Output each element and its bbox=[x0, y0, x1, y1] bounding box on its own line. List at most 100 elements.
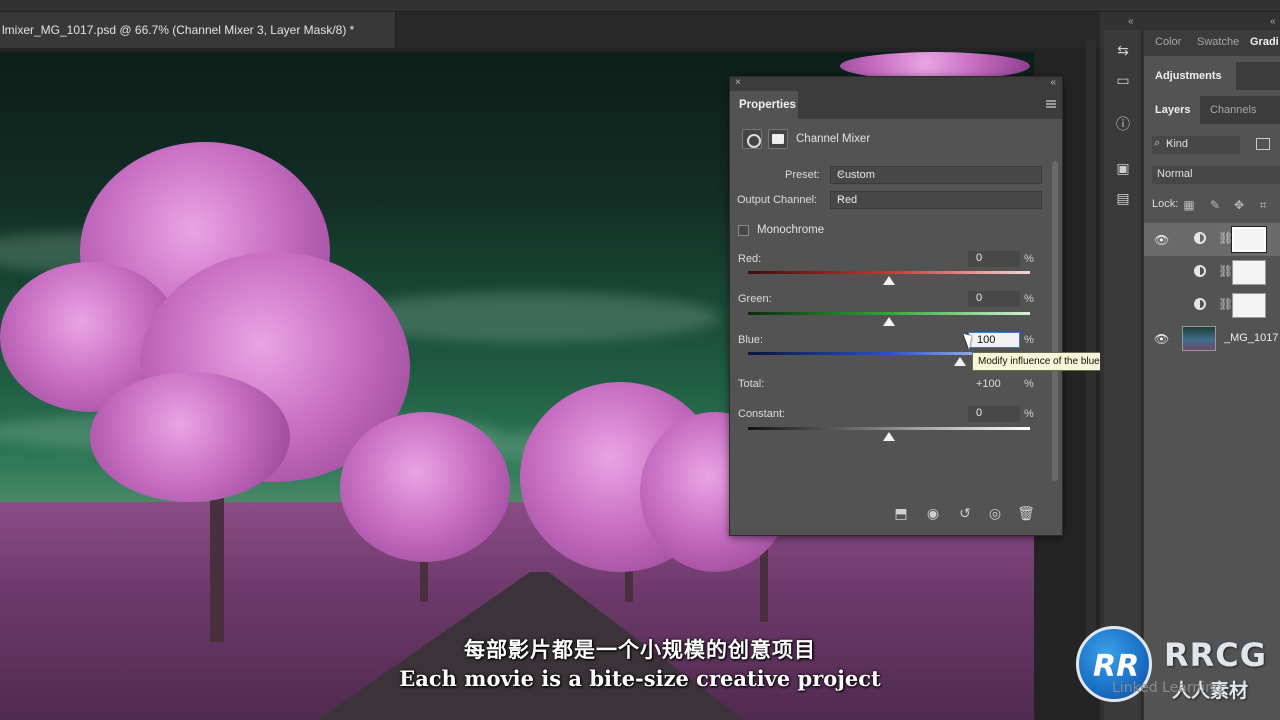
tab-layers[interactable]: Layers bbox=[1144, 96, 1200, 124]
constant-label: Constant: bbox=[738, 408, 786, 420]
linkedin-learning-text: Linked Learning bbox=[1112, 680, 1223, 696]
constant-slider-thumb[interactable] bbox=[883, 432, 895, 441]
view-previous-icon[interactable]: ◉ bbox=[922, 503, 944, 525]
document-tab-strip: lmixer_MG_1017.psd @ 66.7% (Channel Mixe… bbox=[0, 12, 1100, 48]
blue-slider-thumb[interactable] bbox=[953, 357, 966, 366]
mask-icon[interactable] bbox=[768, 129, 788, 149]
lock-position-icon[interactable]: ✥ bbox=[1232, 198, 1246, 212]
layer-name: _MG_1017 bbox=[1224, 332, 1279, 344]
options-bar bbox=[0, 0, 1280, 12]
green-unit: % bbox=[1024, 293, 1034, 305]
layer-row[interactable]: ⛓ bbox=[1144, 256, 1280, 289]
layers-tab-bar: Layers Channels bbox=[1144, 96, 1280, 124]
search-icon: ⌕ bbox=[1154, 137, 1161, 149]
total-unit: % bbox=[1024, 378, 1034, 390]
properties-scrollbar[interactable] bbox=[1052, 161, 1058, 481]
lock-label: Lock: bbox=[1152, 198, 1179, 210]
tab-properties-label: Properties bbox=[739, 99, 796, 111]
info-icon[interactable]: ⓘ bbox=[1114, 116, 1132, 134]
output-channel-label: Output Channel: bbox=[737, 194, 818, 206]
collapse-dock-icon[interactable]: « bbox=[1128, 16, 1134, 27]
properties-panel: × « Properties Channel Mixer Preset: Cus… bbox=[729, 76, 1063, 536]
blue-unit: % bbox=[1024, 334, 1034, 346]
link-icon[interactable]: ⛓ bbox=[1218, 297, 1233, 311]
layer-mask-thumbnail[interactable] bbox=[1232, 293, 1266, 318]
preset-select[interactable]: Custom ⌄ bbox=[830, 166, 1042, 184]
blue-value-field[interactable]: 100 bbox=[968, 332, 1020, 348]
lock-transparency-icon[interactable]: ▦ bbox=[1182, 198, 1196, 212]
delete-icon[interactable]: 🗑 bbox=[1015, 503, 1037, 525]
green-slider-track[interactable] bbox=[748, 312, 1030, 315]
image-filter-icon[interactable] bbox=[1256, 138, 1270, 150]
properties-scrollbar-thumb[interactable] bbox=[1052, 161, 1058, 481]
adjustment-icon[interactable] bbox=[742, 129, 762, 149]
total-label: Total: bbox=[738, 378, 765, 390]
panel-icon-strip: ⇆ ▭ ⓘ ▣ ▤ bbox=[1104, 30, 1142, 720]
tab-layers-label: Layers bbox=[1155, 104, 1191, 116]
close-icon[interactable]: × bbox=[735, 77, 741, 88]
link-icon[interactable]: ⛓ bbox=[1218, 231, 1233, 245]
adjustment-layer-icon bbox=[1194, 298, 1206, 310]
monochrome-checkbox[interactable] bbox=[738, 225, 749, 236]
layer-row[interactable]: 👁 _MG_1017 bbox=[1144, 322, 1280, 355]
layer-filter-select[interactable]: ⌕ Kind ⌄ bbox=[1152, 136, 1240, 154]
color-panel-tabs: Color Swatche Gradi bbox=[1144, 30, 1280, 56]
layer-row[interactable]: ⛓ bbox=[1144, 289, 1280, 322]
visibility-icon[interactable]: ◎ bbox=[984, 503, 1006, 525]
adjustment-header: Channel Mixer bbox=[740, 129, 1040, 149]
tab-channels[interactable]: Channels bbox=[1210, 104, 1256, 116]
tab-properties[interactable]: Properties bbox=[730, 91, 798, 119]
link-icon[interactable]: ⛓ bbox=[1218, 264, 1233, 278]
tab-color[interactable]: Color bbox=[1155, 36, 1181, 48]
panel-menu-icon[interactable] bbox=[1046, 100, 1056, 108]
tab-gradients[interactable]: Gradi bbox=[1250, 36, 1279, 48]
properties-footer: ⬒ ◉ ↺ ◎ 🗑 bbox=[730, 503, 1062, 527]
comments-icon[interactable]: ▭ bbox=[1114, 72, 1132, 90]
lock-artboard-icon[interactable]: ⌗ bbox=[1256, 198, 1270, 212]
document-tab[interactable]: lmixer_MG_1017.psd @ 66.7% (Channel Mixe… bbox=[0, 12, 396, 48]
tab-swatches[interactable]: Swatche bbox=[1197, 36, 1239, 48]
constant-slider-track[interactable] bbox=[748, 427, 1030, 430]
constant-value-field[interactable]: 0 bbox=[968, 406, 1020, 422]
preset-label: Preset: bbox=[785, 169, 820, 181]
chevron-down-icon: ⌄ bbox=[837, 167, 846, 178]
green-value-field[interactable]: 0 bbox=[968, 291, 1020, 307]
notes-icon[interactable]: ▤ bbox=[1114, 190, 1132, 208]
monochrome-label: Monochrome bbox=[757, 224, 825, 236]
document-tab-title: lmixer_MG_1017.psd @ 66.7% (Channel Mixe… bbox=[2, 23, 355, 37]
blue-slider-label: Blue: bbox=[738, 334, 764, 346]
visibility-eye-icon[interactable]: 👁 bbox=[1154, 233, 1169, 247]
constant-unit: % bbox=[1024, 408, 1034, 420]
visibility-eye-icon[interactable]: 👁 bbox=[1154, 332, 1169, 346]
blend-mode-value: Normal bbox=[1157, 168, 1193, 180]
chevron-down-icon: ⌄ bbox=[837, 192, 846, 203]
layer-mask-thumbnail[interactable] bbox=[1231, 226, 1267, 253]
red-value-field[interactable]: 0 bbox=[968, 251, 1020, 267]
layer-mask-thumbnail[interactable] bbox=[1232, 260, 1266, 285]
rrcg-logo-letters: RR bbox=[1093, 649, 1140, 684]
layer-row[interactable]: 👁 ⛓ bbox=[1144, 223, 1280, 256]
properties-title-bar[interactable]: × « bbox=[730, 77, 1062, 91]
output-channel-select[interactable]: Red ⌄ bbox=[830, 191, 1042, 209]
tab-adjustments[interactable]: Adjustments bbox=[1144, 62, 1236, 90]
libraries-icon[interactable]: ▣ bbox=[1114, 160, 1132, 178]
lock-row: Lock: ▦ ✎ ✥ ⌗ bbox=[1152, 198, 1280, 214]
lock-paint-icon[interactable]: ✎ bbox=[1208, 198, 1222, 212]
green-slider-thumb[interactable] bbox=[883, 317, 895, 326]
red-slider-track[interactable] bbox=[748, 271, 1030, 274]
red-slider-thumb[interactable] bbox=[883, 276, 895, 285]
adjustment-layer-icon bbox=[1194, 232, 1206, 244]
layers-dock: Color Swatche Gradi Adjustments Layers C… bbox=[1144, 30, 1280, 720]
adjustment-name: Channel Mixer bbox=[796, 133, 871, 145]
adjustment-layer-icon bbox=[1194, 265, 1206, 277]
layer-thumbnail[interactable] bbox=[1182, 326, 1216, 351]
reset-icon[interactable]: ↺ bbox=[954, 503, 976, 525]
collapse-icon[interactable]: « bbox=[1050, 77, 1056, 88]
total-value: +100 bbox=[976, 378, 1001, 390]
blend-mode-select[interactable]: Normal bbox=[1152, 166, 1280, 184]
history-icon[interactable]: ⇆ bbox=[1114, 42, 1132, 60]
clip-to-layer-icon[interactable]: ⬒ bbox=[890, 503, 912, 525]
adjustments-tab-bar: Adjustments bbox=[1144, 62, 1280, 90]
collapse-dock-icon[interactable]: « bbox=[1270, 16, 1276, 27]
chevron-down-icon: ⌄ bbox=[1166, 136, 1175, 147]
